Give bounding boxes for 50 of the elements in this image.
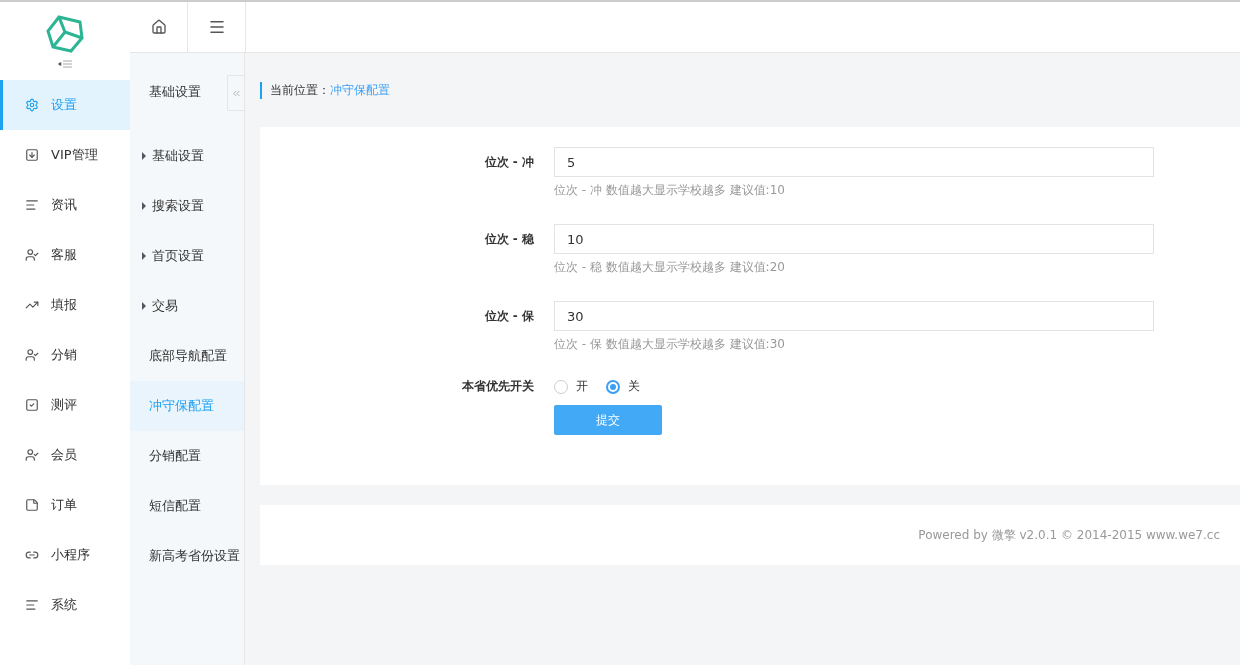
nav-item[interactable]: VIP管理	[0, 130, 130, 180]
radio-option[interactable]: 关	[606, 378, 640, 395]
field-label: 位次 - 稳	[483, 230, 534, 248]
subnav-title: 基础设置	[148, 83, 201, 101]
number-field[interactable]: 30	[554, 301, 1154, 331]
radio-button[interactable]	[606, 379, 620, 394]
nav-item-icon	[25, 398, 39, 412]
radio-label: 开	[576, 378, 588, 395]
field-label: 位次 - 保	[483, 307, 534, 325]
nav-item-icon	[25, 198, 39, 212]
radio-option[interactable]: 开	[554, 378, 588, 395]
number-field[interactable]: 10	[554, 224, 1154, 254]
nav-item[interactable]: 系统	[0, 580, 130, 630]
nav-item-icon	[25, 448, 39, 462]
subnav-item[interactable]: 交易	[130, 281, 244, 331]
nav-item[interactable]: 资讯	[0, 180, 130, 230]
nav-item-icon	[25, 98, 39, 112]
nav-item-icon	[25, 498, 39, 512]
footer-text: Powered by 微擎 v2.0.1 © 2014-2015 www.we7.cc	[918, 526, 1220, 544]
subnav-item[interactable]: 首页设置	[130, 231, 244, 281]
number-field[interactable]: 5	[554, 147, 1154, 177]
field-hint: 位次 - 保 数值越大显示学校越多 建议值:30	[554, 336, 786, 353]
subnav-item[interactable]: 短信配置	[130, 481, 244, 531]
nav-item-icon	[25, 348, 39, 362]
collapse-menu-icon[interactable]	[58, 60, 72, 68]
nav-item[interactable]: 填报	[0, 280, 130, 330]
cube-logo-icon	[45, 14, 85, 54]
nav-item[interactable]: 会员	[0, 430, 130, 480]
nav-item-icon	[25, 248, 39, 262]
field-label: 位次 - 冲	[483, 153, 534, 171]
nav-item[interactable]: 测评	[0, 380, 130, 430]
breadcrumb-label: 当前位置：	[270, 81, 330, 99]
field-hint: 位次 - 稳 数值越大显示学校越多 建议值:20	[554, 259, 786, 276]
field-label: 本省优先开关	[461, 378, 534, 395]
nav-item[interactable]: 分销	[0, 330, 130, 380]
subnav-item[interactable]: 新高考省份设置	[130, 531, 244, 581]
home-icon	[150, 19, 167, 35]
nav-item-icon	[25, 598, 39, 612]
nav-item-icon	[25, 548, 39, 562]
subnav-item[interactable]: 搜索设置	[130, 181, 244, 231]
subnav-item[interactable]: 底部导航配置	[130, 331, 244, 381]
radio-label: 关	[628, 378, 640, 395]
nav-item[interactable]: 客服	[0, 230, 130, 280]
nav-item-icon	[25, 148, 39, 162]
subnav-item[interactable]: 分销配置	[130, 431, 244, 481]
menu-icon	[207, 18, 226, 36]
subnav-item[interactable]: 基础设置	[130, 131, 244, 181]
nav-item[interactable]: 小程序	[0, 530, 130, 580]
field-hint: 位次 - 冲 数值越大显示学校越多 建议值:10	[554, 182, 786, 199]
nav-item[interactable]: 订单	[0, 480, 130, 530]
